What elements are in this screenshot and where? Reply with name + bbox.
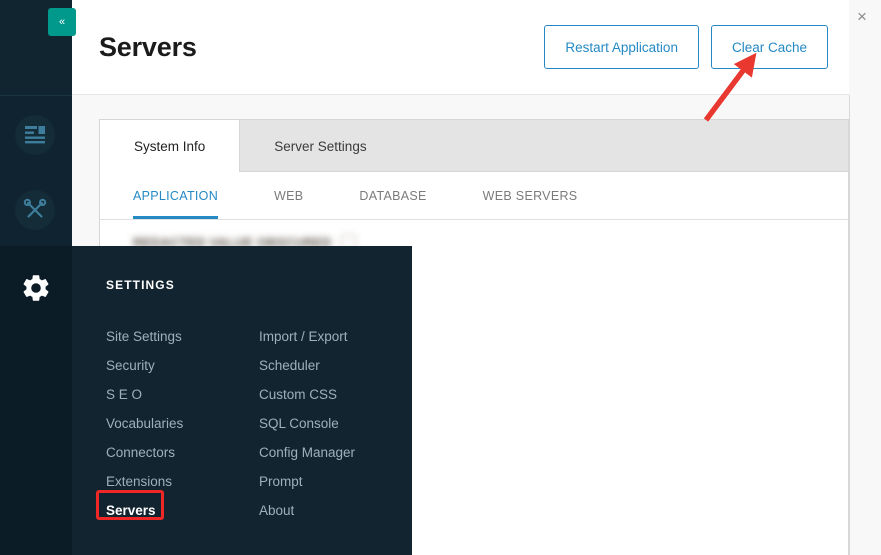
subtab-application[interactable]: APPLICATION (133, 172, 219, 219)
menu-item-vocabularies[interactable]: Vocabularies (106, 409, 183, 438)
sub-tab-strip: APPLICATION WEB DATABASE WEB SERVERS (100, 172, 848, 220)
article-icon[interactable] (15, 115, 55, 155)
header-actions: Restart Application Clear Cache (544, 25, 828, 69)
tab-system-info[interactable]: System Info (100, 120, 241, 173)
subtab-web[interactable]: WEB (274, 172, 303, 219)
menu-item-site-settings[interactable]: Site Settings (106, 322, 183, 351)
menu-item-security[interactable]: Security (106, 351, 183, 380)
page-title: Servers (99, 32, 197, 62)
tab-strip: System Info Server Settings (100, 120, 848, 173)
collapse-sidebar-button[interactable]: « (48, 8, 76, 36)
menu-item-connectors[interactable]: Connectors (106, 438, 183, 467)
gear-icon[interactable] (20, 272, 52, 304)
page-header: Servers Restart Application Clear Cache (72, 0, 849, 95)
settings-menu-column-one: Site Settings Security S E O Vocabularie… (106, 322, 183, 525)
settings-flyout-title: SETTINGS (106, 278, 175, 292)
menu-item-prompt[interactable]: Prompt (259, 467, 355, 496)
menu-item-scheduler[interactable]: Scheduler (259, 351, 355, 380)
panel-right-border (849, 95, 850, 555)
menu-item-sql-console[interactable]: SQL Console (259, 409, 355, 438)
subtab-database[interactable]: DATABASE (359, 172, 426, 219)
subtab-web-servers[interactable]: WEB SERVERS (483, 172, 578, 219)
settings-menu-column-two: Import / Export Scheduler Custom CSS SQL… (259, 322, 355, 525)
menu-item-import-export[interactable]: Import / Export (259, 322, 355, 351)
close-icon[interactable]: × (851, 6, 873, 28)
app-window: « Servers Restart Application Clear Cach… (0, 0, 881, 555)
tab-server-settings[interactable]: Server Settings (240, 120, 400, 172)
menu-item-servers[interactable]: Servers (106, 496, 183, 525)
menu-item-about[interactable]: About (259, 496, 355, 525)
menu-item-extensions[interactable]: Extensions (106, 467, 183, 496)
restart-application-button[interactable]: Restart Application (544, 25, 699, 69)
menu-item-seo[interactable]: S E O (106, 380, 183, 409)
clear-cache-button[interactable]: Clear Cache (710, 25, 828, 69)
menu-item-config-manager[interactable]: Config Manager (259, 438, 355, 467)
menu-item-custom-css[interactable]: Custom CSS (259, 380, 355, 409)
tools-icon[interactable] (15, 190, 55, 230)
